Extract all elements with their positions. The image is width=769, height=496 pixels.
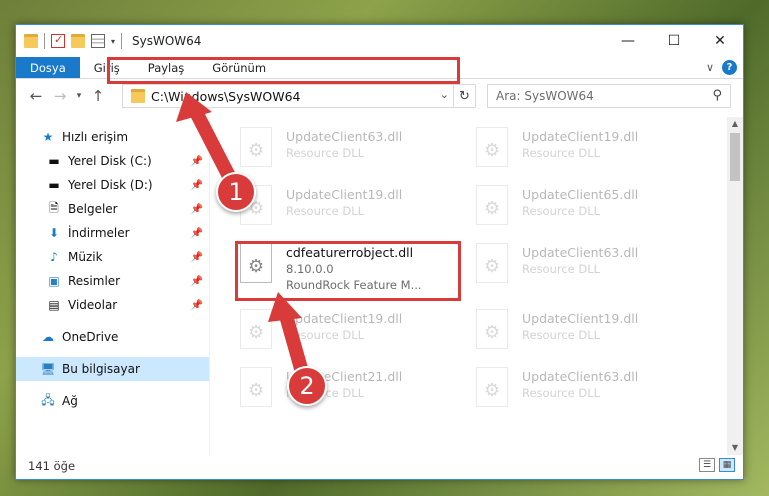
step-1-badge: 1 — [216, 172, 256, 212]
arrow-2-head — [268, 292, 302, 322]
step-2-badge: 2 — [287, 366, 327, 406]
arrow-2-shaft — [278, 310, 309, 374]
arrow-1-shaft — [189, 108, 239, 186]
annotation-arrows — [176, 92, 309, 374]
